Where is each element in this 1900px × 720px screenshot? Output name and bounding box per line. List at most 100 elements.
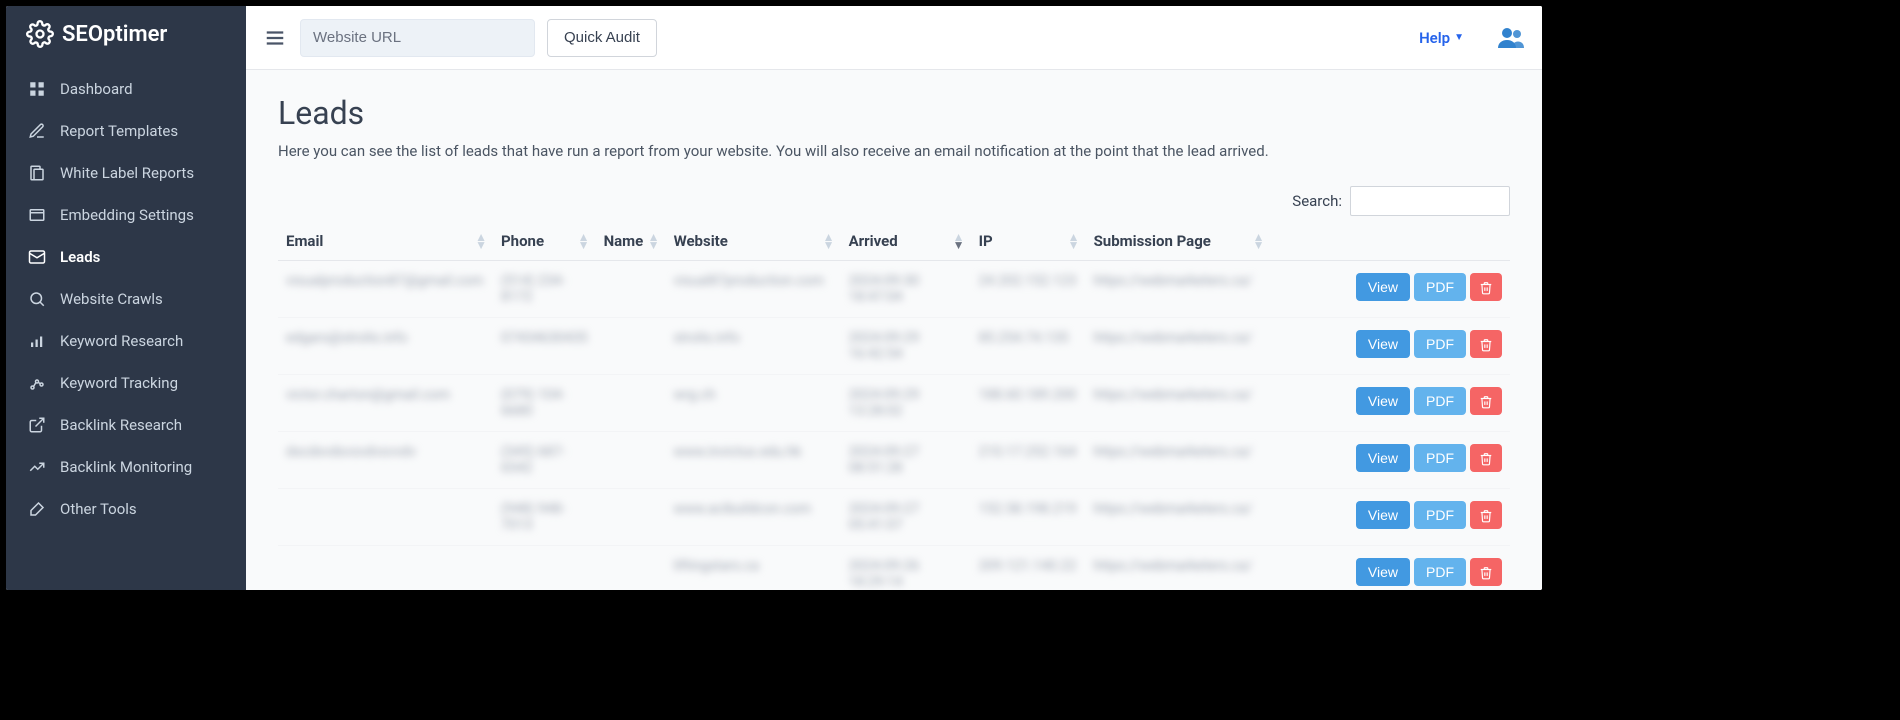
table-cell: (514) 234-8172 <box>493 261 596 318</box>
table-cell: wrg.ch <box>666 375 841 432</box>
delete-button[interactable] <box>1470 558 1502 586</box>
table-cell: 24.202.152.123 <box>971 261 1086 318</box>
table-row: visualproduction87@gmail.com(514) 234-81… <box>278 261 1510 318</box>
search-input[interactable] <box>1350 186 1510 216</box>
sort-icon: ▲▼ <box>648 233 660 249</box>
table-cell: https://webmarketers.ca/ <box>1086 432 1271 489</box>
trash-icon <box>1479 279 1493 295</box>
view-button[interactable]: View <box>1356 558 1410 586</box>
sidebar-item-keyword-research[interactable]: Keyword Research <box>6 320 246 362</box>
pdf-button[interactable]: PDF <box>1414 387 1466 415</box>
sidebar-item-label: Website Crawls <box>60 290 163 308</box>
sidebar-item-label: Keyword Research <box>60 332 183 350</box>
table-cell: victor.charton@gmail.com <box>278 375 493 432</box>
gear-icon <box>26 20 54 48</box>
view-button[interactable]: View <box>1356 444 1410 472</box>
pdf-button[interactable]: PDF <box>1414 558 1466 586</box>
actions-cell: ViewPDF <box>1271 318 1510 375</box>
keyword-icon <box>28 332 46 350</box>
pdf-button[interactable]: PDF <box>1414 444 1466 472</box>
column-header[interactable]: IP▲▼ <box>971 222 1086 261</box>
brand-logo[interactable]: SEOptimer <box>6 6 246 60</box>
leads-table: Email▲▼Phone▲▼Name▲▼Website▲▼Arrived▲▼IP… <box>278 222 1510 590</box>
menu-toggle-icon[interactable] <box>262 25 288 51</box>
delete-button[interactable] <box>1470 444 1502 472</box>
table-cell: https://webmarketers.ca/ <box>1086 375 1271 432</box>
quick-audit-button[interactable]: Quick Audit <box>547 19 657 57</box>
column-header[interactable]: Name▲▼ <box>596 222 666 261</box>
table-cell: dscdxvdsvsvdvsvvdv <box>278 432 493 489</box>
crawl-icon <box>28 290 46 308</box>
column-header[interactable]: Website▲▼ <box>666 222 841 261</box>
column-header[interactable]: Arrived▲▼ <box>841 222 971 261</box>
column-header[interactable]: Phone▲▼ <box>493 222 596 261</box>
table-cell: 2024-09-27 08:51:28 <box>841 432 971 489</box>
tools-icon <box>28 500 46 518</box>
sidebar-item-label: Report Templates <box>60 122 178 140</box>
sidebar-item-white-label-reports[interactable]: White Label Reports <box>6 152 246 194</box>
sidebar-item-website-crawls[interactable]: Website Crawls <box>6 278 246 320</box>
view-button[interactable]: View <box>1356 387 1410 415</box>
actions-cell: ViewPDF <box>1271 432 1510 489</box>
view-button[interactable]: View <box>1356 501 1410 529</box>
table-cell: visualproduction87@gmail.com <box>278 261 493 318</box>
trash-icon <box>1479 393 1493 409</box>
template-icon <box>28 122 46 140</box>
table-cell: 2024-09-29 13:28:02 <box>841 375 971 432</box>
table-cell: 2024-09-30 18:47:04 <box>841 261 971 318</box>
table-cell: 209.121.140.22 <box>971 546 1086 591</box>
actions-cell: ViewPDF <box>1271 261 1510 318</box>
brand-name: SEOptimer <box>62 22 167 47</box>
table-cell: 210.17.252.164 <box>971 432 1086 489</box>
table-cell: visual87production.com <box>666 261 841 318</box>
sidebar-item-dashboard[interactable]: Dashboard <box>6 68 246 110</box>
view-button[interactable]: View <box>1356 330 1410 358</box>
sidebar-item-leads[interactable]: Leads <box>6 236 246 278</box>
column-header[interactable] <box>1271 222 1510 261</box>
trash-icon <box>1479 507 1493 523</box>
table-cell: 2024-09-27 05:41:07 <box>841 489 971 546</box>
leads-icon <box>28 248 46 266</box>
help-dropdown[interactable]: Help ▼ <box>1419 29 1464 47</box>
table-cell: 2024-09-26 18:29:14 <box>841 546 971 591</box>
report-icon <box>28 164 46 182</box>
table-cell: 2024-09-29 16:42:54 <box>841 318 971 375</box>
pdf-button[interactable]: PDF <box>1414 501 1466 529</box>
pdf-button[interactable]: PDF <box>1414 330 1466 358</box>
delete-button[interactable] <box>1470 387 1502 415</box>
column-header[interactable]: Submission Page▲▼ <box>1086 222 1271 261</box>
delete-button[interactable] <box>1470 501 1502 529</box>
table-cell: 152.58.198.219 <box>971 489 1086 546</box>
delete-button[interactable] <box>1470 273 1502 301</box>
content: Leads Here you can see the list of leads… <box>246 70 1542 590</box>
delete-button[interactable] <box>1470 330 1502 358</box>
view-button[interactable]: View <box>1356 273 1410 301</box>
sidebar-item-backlink-research[interactable]: Backlink Research <box>6 404 246 446</box>
table-cell: www.invictus.edu.hk <box>666 432 841 489</box>
actions-cell: ViewPDF <box>1271 489 1510 546</box>
sidebar-item-report-templates[interactable]: Report Templates <box>6 110 246 152</box>
page-description: Here you can see the list of leads that … <box>278 142 1510 160</box>
table-row: victor.charton@gmail.com(079) 104-6680wr… <box>278 375 1510 432</box>
website-url-input[interactable] <box>300 19 535 57</box>
sidebar-item-backlink-monitoring[interactable]: Backlink Monitoring <box>6 446 246 488</box>
table-cell: 188.60.189.200 <box>971 375 1086 432</box>
table-cell: https://webmarketers.ca/ <box>1086 261 1271 318</box>
table-cell <box>596 546 666 591</box>
sidebar-item-keyword-tracking[interactable]: Keyword Tracking <box>6 362 246 404</box>
sidebar-item-other-tools[interactable]: Other Tools <box>6 488 246 530</box>
column-header[interactable]: Email▲▼ <box>278 222 493 261</box>
table-row: (948) 948-7013www.acibuildcon.com2024-09… <box>278 489 1510 546</box>
sort-icon: ▲▼ <box>1253 233 1265 249</box>
people-icon[interactable] <box>1496 25 1526 51</box>
sort-icon: ▲▼ <box>475 233 487 249</box>
table-cell: 85.254.74.135 <box>971 318 1086 375</box>
table-cell <box>596 432 666 489</box>
sidebar-item-label: Keyword Tracking <box>60 374 178 392</box>
trash-icon <box>1479 450 1493 466</box>
sidebar-item-embedding-settings[interactable]: Embedding Settings <box>6 194 246 236</box>
table-cell: https://webmarketers.ca/ <box>1086 546 1271 591</box>
pdf-button[interactable]: PDF <box>1414 273 1466 301</box>
table-cell <box>493 546 596 591</box>
sidebar-nav: Dashboard Report Templates White Label Rep… <box>6 60 246 530</box>
